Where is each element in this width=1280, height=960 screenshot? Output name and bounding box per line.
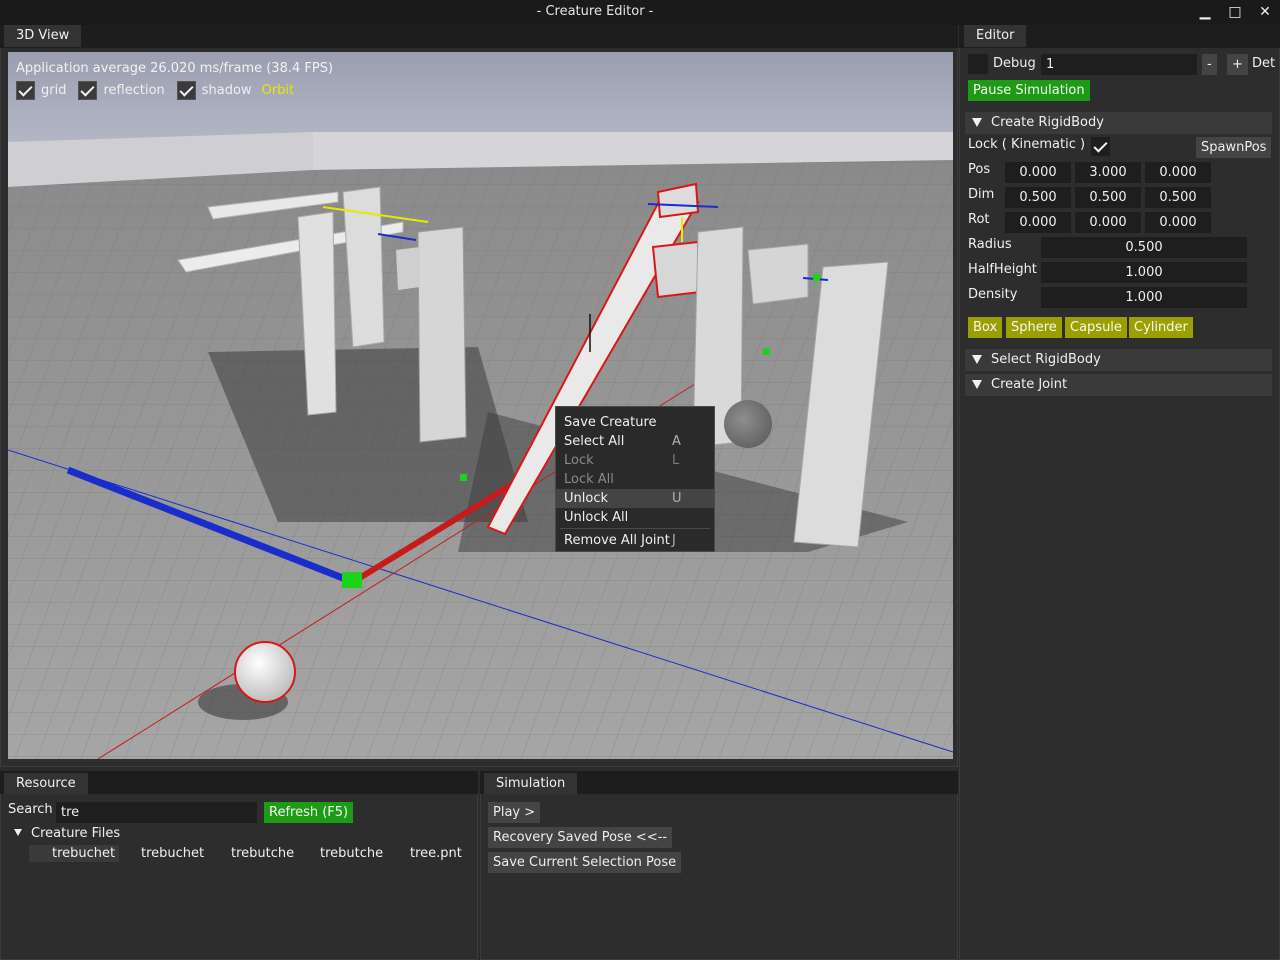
file-item[interactable]: trebuchet — [52, 846, 115, 861]
shortcut-label: L — [672, 453, 680, 468]
halfheight-label: HalfHeight — [968, 262, 1037, 277]
viewport-3d[interactable] — [8, 52, 953, 759]
grid-label: grid — [41, 83, 67, 98]
select-rigidbody-header[interactable]: Select RigidBody — [965, 349, 1272, 371]
creature-files-tree[interactable]: Creature Files — [31, 826, 120, 841]
menu-item-lock[interactable]: Lock L — [556, 451, 714, 470]
view-options: grid reflection shadow Orbit — [16, 81, 294, 100]
density-label: Density — [968, 287, 1018, 302]
debug-color-swatch[interactable] — [968, 54, 988, 74]
debug-label: Debug — [993, 56, 1036, 71]
halfheight-input[interactable]: 1.000 — [1041, 262, 1247, 283]
reflection-checkbox[interactable] — [78, 81, 98, 100]
marker-green-c — [460, 474, 467, 481]
context-menu: Save Creature Select All A Lock L Lock All… — [555, 406, 715, 552]
debug-decrement-button[interactable]: - — [1202, 54, 1217, 75]
dim-label: Dim — [968, 187, 995, 202]
window-title: - Creature Editor - — [536, 4, 654, 19]
pos-z-input[interactable]: 0.000 — [1145, 162, 1211, 183]
create-rigidbody-header[interactable]: Create RigidBody — [965, 112, 1272, 134]
grid-checkbox[interactable] — [16, 81, 35, 100]
block-small[interactable] — [396, 247, 420, 290]
pos-label: Pos — [968, 162, 991, 177]
reflection-label: reflection — [103, 83, 165, 98]
play-button[interactable]: Play > — [488, 802, 541, 823]
create-cylinder-button[interactable]: Cylinder — [1129, 317, 1193, 338]
dim-z-input[interactable]: 0.500 — [1145, 187, 1211, 208]
menu-item-select-all[interactable]: Select All A — [556, 432, 714, 451]
minimize-button[interactable]: ▁ — [1192, 2, 1218, 22]
menu-item-remove-all-joint[interactable]: Remove All Joint J — [556, 531, 714, 550]
view3d-tabbar — [0, 25, 958, 48]
chevron-down-icon — [972, 118, 982, 127]
pos-x-input[interactable]: 0.000 — [1005, 162, 1071, 183]
file-item[interactable]: trebutche — [320, 846, 383, 861]
shadow-checkbox[interactable] — [176, 81, 196, 100]
tab-3d-view[interactable]: 3D View — [4, 25, 82, 47]
chevron-down-icon — [972, 355, 982, 364]
rot-label: Rot — [968, 212, 990, 227]
scene-svg[interactable] — [8, 52, 953, 759]
block-right[interactable] — [747, 243, 809, 305]
density-input[interactable]: 1.000 — [1041, 287, 1247, 308]
radius-input[interactable]: 0.500 — [1041, 237, 1247, 258]
pillar-center[interactable] — [417, 226, 467, 443]
rot-x-input[interactable]: 0.000 — [1005, 212, 1071, 233]
resource-panel — [0, 771, 478, 960]
menu-separator — [560, 528, 710, 529]
lock-kinematic-label: Lock ( Kinematic ) — [968, 137, 1086, 152]
dim-y-input[interactable]: 0.500 — [1075, 187, 1141, 208]
block-selected[interactable] — [651, 240, 702, 299]
pause-simulation-button[interactable]: Pause Simulation — [968, 80, 1090, 101]
debug-increment-button[interactable]: + — [1227, 54, 1248, 75]
close-button[interactable]: ✕ — [1252, 2, 1278, 22]
shortcut-label: U — [672, 491, 682, 506]
fps-readout: Application average 26.020 ms/frame (38.… — [16, 61, 334, 76]
chevron-down-icon — [14, 829, 22, 836]
pos-y-input[interactable]: 3.000 — [1075, 162, 1141, 183]
shadow-label: shadow — [201, 83, 252, 98]
save-selection-pose-button[interactable]: Save Current Selection Pose — [488, 852, 682, 873]
origin-marker[interactable] — [342, 572, 362, 588]
file-item[interactable]: tree.pnt — [410, 846, 462, 861]
create-box-button[interactable]: Box — [968, 317, 1003, 338]
file-item[interactable]: trebutche — [231, 846, 294, 861]
debug-input[interactable]: 1 — [1041, 54, 1197, 75]
menu-item-save-creature[interactable]: Save Creature — [556, 413, 714, 432]
spawnpos-button[interactable]: SpawnPos — [1196, 137, 1272, 158]
marker-green-a — [813, 274, 820, 281]
viewport-overlay: Application average 26.020 ms/frame (38.… — [16, 61, 333, 76]
title-bar: - Creature Editor - ▁ □ ✕ — [0, 0, 1280, 25]
rot-y-input[interactable]: 0.000 — [1075, 212, 1141, 233]
lock-kinematic-checkbox[interactable] — [1091, 137, 1110, 156]
create-sphere-button[interactable]: Sphere — [1006, 317, 1062, 338]
tab-resource[interactable]: Resource — [4, 773, 88, 795]
sphere-dark[interactable] — [724, 400, 772, 448]
menu-item-unlock-all[interactable]: Unlock All — [556, 508, 714, 527]
det-label: Det — [1252, 56, 1276, 71]
tab-simulation[interactable]: Simulation — [484, 773, 578, 795]
menu-item-lock-all[interactable]: Lock All — [556, 470, 714, 489]
camera-mode-label: Orbit — [261, 83, 295, 98]
chevron-down-icon — [972, 380, 982, 389]
create-joint-header[interactable]: Create Joint — [965, 374, 1272, 396]
search-label: Search — [8, 802, 53, 817]
create-capsule-button[interactable]: Capsule — [1065, 317, 1127, 338]
shortcut-label: A — [672, 434, 681, 449]
sphere-white[interactable] — [234, 641, 296, 703]
shortcut-label: J — [672, 533, 676, 548]
refresh-button[interactable]: Refresh (F5) — [264, 802, 354, 823]
recovery-pose-button[interactable]: Recovery Saved Pose <<-- — [488, 827, 673, 848]
marker-green-b — [763, 348, 770, 355]
maximize-button[interactable]: □ — [1222, 2, 1248, 22]
file-item[interactable]: trebuchet — [141, 846, 204, 861]
menu-item-unlock[interactable]: Unlock U — [556, 489, 714, 508]
rot-z-input[interactable]: 0.000 — [1145, 212, 1211, 233]
tab-editor[interactable]: Editor — [964, 25, 1027, 47]
dim-x-input[interactable]: 0.500 — [1005, 187, 1071, 208]
radius-label: Radius — [968, 237, 1012, 252]
search-input[interactable]: tre — [56, 802, 257, 823]
